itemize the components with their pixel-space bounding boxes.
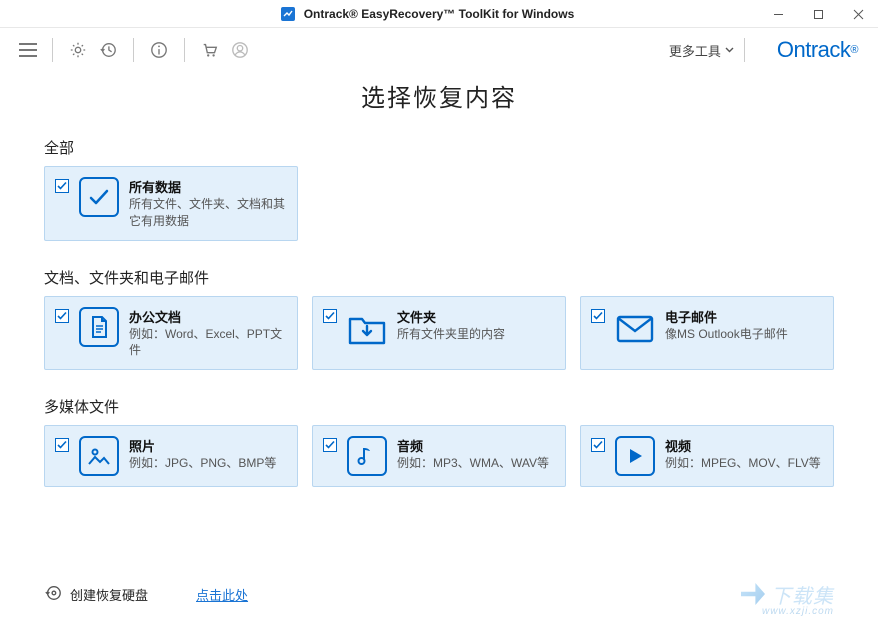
toolbar-divider: [184, 38, 185, 62]
window-title: Ontrack® EasyRecovery™ ToolKit for Windo…: [304, 7, 575, 21]
card-photo[interactable]: 照片 例如：JPG、PNG、BMP等: [44, 425, 298, 487]
card-desc: 例如：MPEG、MOV、FLV等: [665, 455, 823, 472]
card-desc: 例如：Word、Excel、PPT文件: [129, 326, 287, 360]
page-title: 选择恢复内容: [44, 78, 834, 113]
envelope-icon: [615, 307, 655, 351]
folder-download-icon: [347, 307, 387, 351]
more-tools-dropdown[interactable]: 更多工具: [669, 41, 734, 60]
maximize-button[interactable]: [798, 0, 838, 28]
click-here-link[interactable]: 点击此处: [196, 585, 248, 604]
close-button[interactable]: [838, 0, 878, 28]
card-video[interactable]: 视频 例如：MPEG、MOV、FLV等: [580, 425, 834, 487]
card-audio[interactable]: 音频 例如：MP3、WMA、WAV等: [312, 425, 566, 487]
info-icon[interactable]: [146, 37, 172, 63]
card-desc: 所有文件夹里的内容: [397, 326, 555, 343]
toolbar-divider: [744, 38, 745, 62]
checkbox-email[interactable]: [591, 309, 605, 323]
checkbox-audio[interactable]: [323, 438, 337, 452]
play-icon: [615, 436, 655, 476]
card-title: 文件夹: [397, 307, 555, 326]
checkbox-all-data[interactable]: [55, 179, 69, 193]
card-title: 音频: [397, 436, 555, 455]
toolbar-divider: [52, 38, 53, 62]
more-tools-label: 更多工具: [669, 41, 721, 60]
watermark: 下载集 www.xzji.com: [741, 580, 834, 609]
create-disk-label: 创建恢复硬盘: [70, 585, 148, 604]
music-note-icon: [347, 436, 387, 476]
checkbox-video[interactable]: [591, 438, 605, 452]
card-title: 所有数据: [129, 177, 287, 196]
section-label-media: 多媒体文件: [44, 396, 834, 417]
card-all-data[interactable]: 所有数据 所有文件、文件夹、文档和其它有用数据: [44, 166, 298, 241]
card-office-docs[interactable]: 办公文档 例如：Word、Excel、PPT文件: [44, 296, 298, 371]
main-content: 选择恢复内容 全部 所有数据 所有文件、文件夹、文档和其它有用数据 文档、文件夹…: [0, 72, 878, 487]
section-label-all: 全部: [44, 137, 834, 158]
checkbox-office[interactable]: [55, 309, 69, 323]
brand-logo: Ontrack®: [777, 37, 858, 63]
chevron-down-icon: [725, 47, 734, 53]
card-title: 视频: [665, 436, 823, 455]
title-bar: Ontrack® EasyRecovery™ ToolKit for Windo…: [0, 0, 878, 28]
toolbar: 更多工具 Ontrack®: [0, 28, 878, 72]
minimize-button[interactable]: [758, 0, 798, 28]
card-title: 照片: [129, 436, 287, 455]
checkbox-folder[interactable]: [323, 309, 337, 323]
user-icon[interactable]: [227, 37, 253, 63]
history-icon[interactable]: [95, 37, 121, 63]
card-email[interactable]: 电子邮件 像MS Outlook电子邮件: [580, 296, 834, 371]
document-icon: [79, 307, 119, 347]
card-desc: 例如：MP3、WMA、WAV等: [397, 455, 555, 472]
disk-icon: [44, 584, 62, 605]
section-label-docs: 文档、文件夹和电子邮件: [44, 267, 834, 288]
watermark-url: www.xzji.com: [762, 606, 834, 617]
checkbox-photo[interactable]: [55, 438, 69, 452]
card-desc: 例如：JPG、PNG、BMP等: [129, 455, 287, 472]
watermark-text: 下载集: [771, 580, 834, 609]
card-desc: 像MS Outlook电子邮件: [665, 326, 823, 343]
app-icon: [280, 6, 296, 22]
card-title: 电子邮件: [665, 307, 823, 326]
card-title: 办公文档: [129, 307, 287, 326]
image-icon: [79, 436, 119, 476]
card-desc: 所有文件、文件夹、文档和其它有用数据: [129, 196, 287, 230]
footer: 创建恢复硬盘 点击此处 下载集 www.xzji.com: [0, 571, 878, 617]
gear-icon[interactable]: [65, 37, 91, 63]
create-recovery-disk: 创建恢复硬盘: [44, 584, 148, 605]
hamburger-menu-icon[interactable]: [14, 36, 42, 64]
cart-icon[interactable]: [197, 37, 223, 63]
check-icon: [79, 177, 119, 217]
toolbar-divider: [133, 38, 134, 62]
card-folder[interactable]: 文件夹 所有文件夹里的内容: [312, 296, 566, 371]
window-controls: [758, 0, 878, 28]
brand-text: Ontrack: [777, 37, 851, 63]
